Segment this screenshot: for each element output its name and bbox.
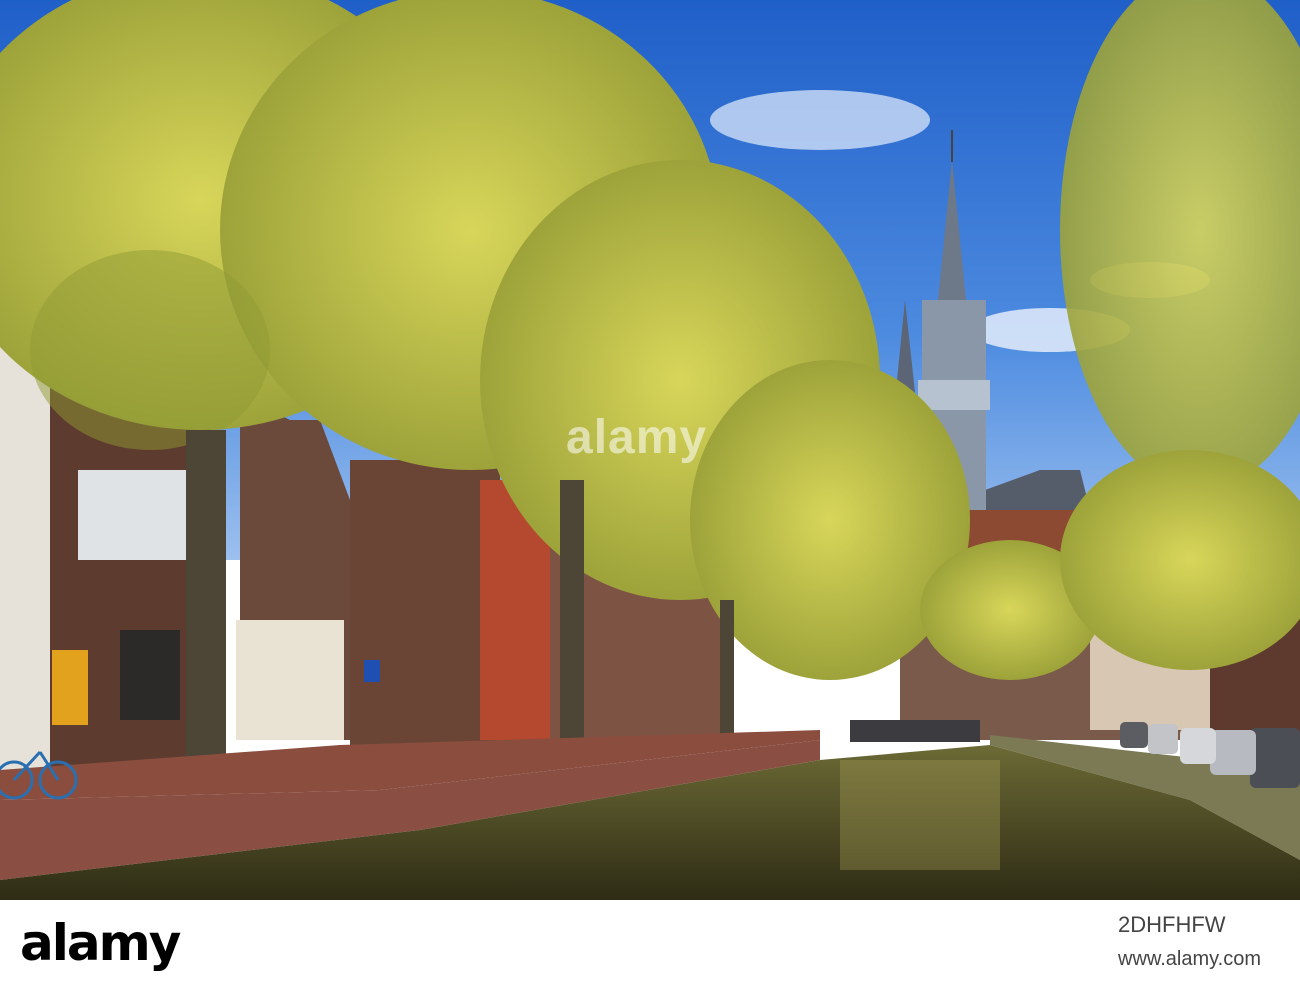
cloud	[710, 90, 930, 150]
shopfront	[236, 620, 344, 740]
car	[1148, 724, 1178, 754]
sign	[364, 660, 380, 682]
brick-row	[350, 460, 500, 750]
foliage-shadow	[30, 250, 270, 450]
overlay-watermark: alamy	[566, 411, 708, 464]
tree-trunk	[560, 480, 584, 740]
image-id: 2DHFHFW	[1118, 912, 1226, 937]
tree-trunk	[186, 430, 226, 780]
car	[1120, 722, 1148, 748]
car	[1250, 728, 1300, 788]
car	[1180, 728, 1216, 764]
tree-trunk	[720, 600, 734, 740]
car	[1210, 730, 1256, 775]
alamy-logo: alamy	[20, 914, 181, 972]
site-url: www.alamy.com	[1118, 948, 1261, 970]
footer-watermark-bar: alamy 2DHFHFW www.alamy.com	[0, 900, 1300, 990]
window	[78, 470, 188, 560]
reflection	[840, 760, 1000, 870]
houseboat	[850, 720, 980, 742]
window	[120, 630, 180, 720]
spire-gallery	[918, 380, 990, 410]
yellow-door	[52, 650, 88, 725]
